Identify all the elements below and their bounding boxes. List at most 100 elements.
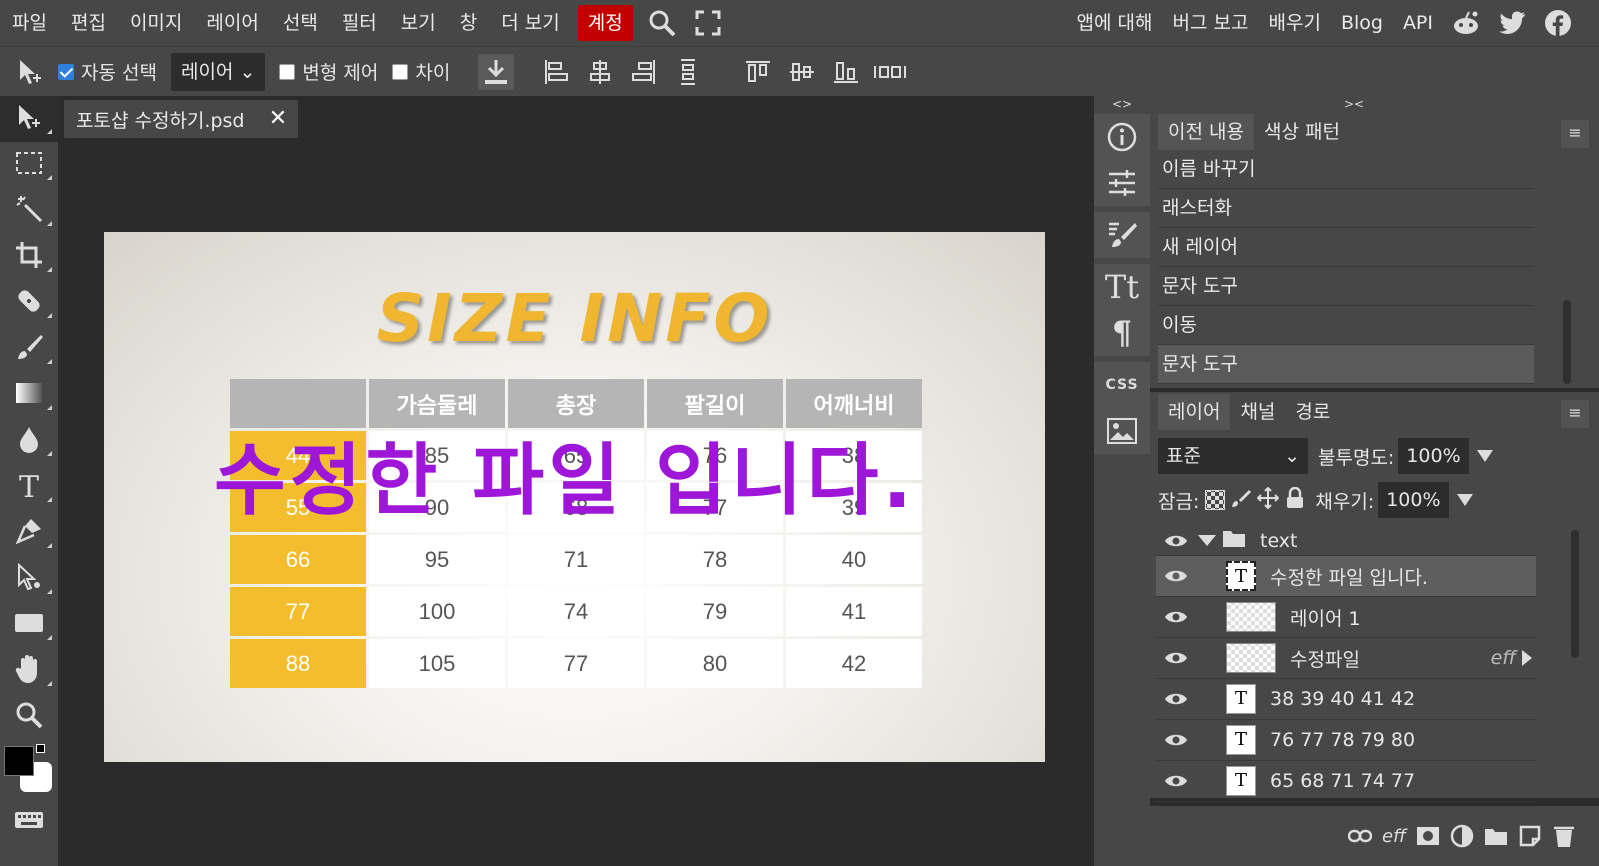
distance-option[interactable]: 차이	[392, 58, 450, 85]
distance-checkbox[interactable]	[392, 63, 409, 80]
tool-blur[interactable]	[0, 418, 58, 464]
history-item-current[interactable]: 문자 도구	[1158, 345, 1534, 384]
tool-gradient[interactable]	[0, 372, 58, 418]
tool-healing[interactable]	[0, 280, 58, 326]
tool-pen[interactable]	[0, 510, 58, 556]
layer-row[interactable]: 레이어 1	[1156, 597, 1536, 638]
tool-brush[interactable]	[0, 326, 58, 372]
tool-shape[interactable]	[0, 602, 58, 648]
new-layer-icon[interactable]	[1513, 821, 1547, 851]
tool-zoom[interactable]	[0, 694, 58, 740]
lock-all-icon[interactable]	[1285, 486, 1305, 514]
eye-icon[interactable]	[1156, 691, 1196, 707]
link-api[interactable]: API	[1393, 5, 1443, 41]
align-center-icon[interactable]	[582, 54, 618, 90]
layer-row[interactable]: 수정파일 eff	[1156, 638, 1536, 679]
lock-transparency-icon[interactable]	[1205, 490, 1226, 510]
fullscreen-icon[interactable]	[693, 8, 723, 38]
reddit-icon[interactable]	[1451, 8, 1481, 38]
expand-effects-icon[interactable]	[1522, 650, 1532, 666]
lock-paint-icon[interactable]	[1231, 488, 1252, 513]
tool-path-select[interactable]	[0, 556, 58, 602]
tool-move[interactable]	[0, 96, 58, 142]
history-item[interactable]: 새 레이어	[1158, 228, 1534, 267]
transform-option[interactable]: 변형 제어	[279, 58, 378, 85]
blend-mode-select[interactable]: 표준 ⌄	[1158, 438, 1308, 474]
menu-image[interactable]: 이미지	[118, 5, 194, 41]
tool-type[interactable]: T	[0, 464, 58, 510]
layer-row[interactable]: T 65 68 71 74 77	[1156, 761, 1536, 802]
layers-panel-menu-button[interactable]: ≡	[1561, 400, 1589, 428]
history-item[interactable]: 래스터화	[1158, 189, 1534, 228]
add-mask-icon[interactable]	[1411, 821, 1445, 851]
layer-row-folder[interactable]: text	[1156, 526, 1536, 556]
adjustments-icon[interactable]	[1094, 160, 1150, 206]
eye-icon[interactable]	[1156, 650, 1196, 666]
color-swatches[interactable]	[0, 740, 58, 800]
align-middle-icon[interactable]	[784, 54, 820, 90]
auto-select-option[interactable]: 자동 선택	[58, 58, 157, 85]
menu-select[interactable]: 선택	[271, 5, 330, 41]
search-icon[interactable]	[647, 8, 677, 38]
collapse-arrows[interactable]: <>	[1094, 96, 1150, 112]
menu-account[interactable]: 계정	[577, 5, 633, 41]
close-tab-button[interactable]: ✕	[266, 106, 290, 132]
canvas[interactable]: SIZE INFO 가슴둘레 총장 팔길이 어깨너비 44 85 65 76 3…	[104, 232, 1045, 762]
target-select[interactable]: 레이어 ⌄	[170, 52, 266, 91]
reset-colors-icon[interactable]	[36, 744, 45, 753]
new-group-icon[interactable]	[1479, 821, 1513, 851]
layer-row-selected[interactable]: T 수정한 파일 입니다.	[1156, 556, 1536, 597]
eye-icon[interactable]	[1156, 732, 1196, 748]
menu-more[interactable]: 더 보기	[489, 5, 571, 41]
layers-scrollbar[interactable]	[1571, 530, 1579, 658]
keyboard-icon[interactable]	[0, 800, 58, 840]
menu-view[interactable]: 보기	[389, 5, 448, 41]
history-item[interactable]: 이동	[1158, 306, 1534, 345]
tab-layers[interactable]: 레이어	[1158, 394, 1231, 430]
folder-expand-icon[interactable]	[1198, 535, 1216, 546]
tab-swatches[interactable]: 색상 패턴	[1254, 114, 1350, 150]
menu-layer[interactable]: 레이어	[194, 5, 270, 41]
facebook-icon[interactable]	[1543, 8, 1573, 38]
brush-settings-icon[interactable]	[1094, 212, 1150, 258]
eye-icon[interactable]	[1156, 533, 1196, 549]
menu-filter[interactable]: 필터	[330, 5, 389, 41]
info-icon[interactable]	[1094, 114, 1150, 160]
link-about[interactable]: 앱에 대해	[1067, 5, 1163, 41]
eye-icon[interactable]	[1156, 773, 1196, 789]
download-icon[interactable]	[478, 53, 515, 90]
effects-button[interactable]: eff	[1377, 821, 1411, 851]
document-tab[interactable]: 포토샵 수정하기.psd ✕	[64, 100, 298, 138]
image-icon[interactable]	[1094, 408, 1150, 454]
character-icon[interactable]: Tt	[1094, 264, 1150, 310]
link-bug-report[interactable]: 버그 보고	[1163, 5, 1259, 41]
paragraph-icon[interactable]: ¶	[1094, 310, 1150, 356]
lock-move-icon[interactable]	[1256, 486, 1280, 514]
fill-input[interactable]: 100%	[1378, 482, 1449, 518]
trash-icon[interactable]	[1547, 821, 1581, 851]
expand-arrows[interactable]: ><	[1150, 96, 1599, 112]
tab-history[interactable]: 이전 내용	[1158, 114, 1254, 150]
opacity-input[interactable]: 100%	[1398, 438, 1469, 474]
css-icon[interactable]: CSS	[1094, 362, 1150, 408]
history-scrollbar[interactable]	[1563, 300, 1571, 384]
history-item[interactable]: 문자 도구	[1158, 267, 1534, 306]
tool-marquee[interactable]	[0, 142, 58, 188]
align-right-icon[interactable]	[626, 54, 662, 90]
adjustment-layer-icon[interactable]	[1445, 821, 1479, 851]
opacity-dropdown-icon[interactable]	[1476, 450, 1493, 462]
tool-crop[interactable]	[0, 234, 58, 280]
link-learn[interactable]: 배우기	[1258, 5, 1330, 41]
auto-select-checkbox[interactable]	[58, 63, 74, 80]
distribute-vertical-icon[interactable]	[670, 54, 706, 90]
tool-magic-wand[interactable]	[0, 188, 58, 234]
menu-file[interactable]: 파일	[0, 5, 59, 41]
tool-hand[interactable]	[0, 648, 58, 694]
layer-row[interactable]: T 76 77 78 79 80	[1156, 720, 1536, 761]
align-bottom-icon[interactable]	[828, 54, 864, 90]
effects-badge[interactable]: eff	[1491, 647, 1516, 669]
foreground-color[interactable]	[4, 746, 34, 776]
distribute-horizontal-icon[interactable]	[872, 54, 908, 90]
transform-checkbox[interactable]	[279, 63, 296, 80]
link-layers-icon[interactable]	[1343, 821, 1377, 851]
